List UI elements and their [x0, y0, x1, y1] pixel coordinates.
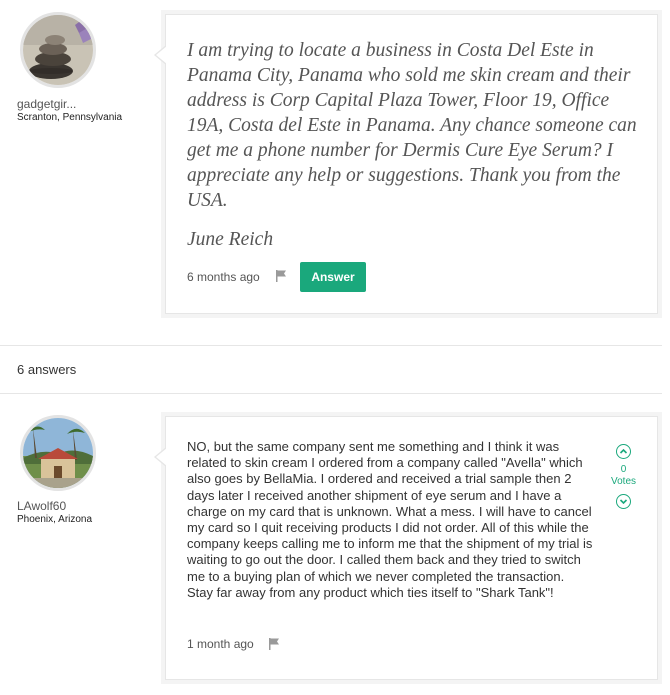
question-timestamp: 6 months ago	[187, 270, 260, 284]
chevron-down-icon[interactable]	[616, 494, 631, 509]
answer-avatar[interactable]	[20, 415, 96, 491]
answer-timestamp: 1 month ago	[187, 637, 254, 651]
answer-user-location: Phoenix, Arizona	[17, 514, 93, 525]
question-post: gadgetgir... Scranton, Pennsylvania I am…	[0, 0, 670, 330]
answer-bubble: NO, but the same company sent me somethi…	[154, 416, 658, 680]
answers-count: 6 answers	[17, 362, 77, 377]
vote-count: 0	[620, 464, 627, 475]
answer-button[interactable]: Answer	[300, 262, 366, 292]
question-avatar[interactable]	[20, 12, 96, 88]
question-signature: June Reich	[187, 229, 274, 250]
question-user-location: Scranton, Pennsylvania	[17, 112, 123, 123]
question-bubble: I am trying to locate a business in Cost…	[154, 14, 658, 314]
vote-widget: 0 Votes	[611, 444, 636, 509]
flag-icon[interactable]	[274, 269, 288, 283]
question-username[interactable]: gadgetgir...	[17, 97, 76, 111]
answer-username[interactable]: LAwolf60	[17, 499, 66, 513]
answer-text: NO, but the same company sent me somethi…	[187, 439, 593, 600]
votes-label: Votes	[611, 476, 637, 487]
question-text: I am trying to locate a business in Cost…	[187, 40, 637, 211]
answer-post: LAwolf60 Phoenix, Arizona NO, but the sa…	[0, 393, 670, 693]
chevron-up-icon[interactable]	[616, 444, 631, 459]
flag-icon[interactable]	[267, 637, 281, 651]
divider-top	[0, 345, 662, 346]
